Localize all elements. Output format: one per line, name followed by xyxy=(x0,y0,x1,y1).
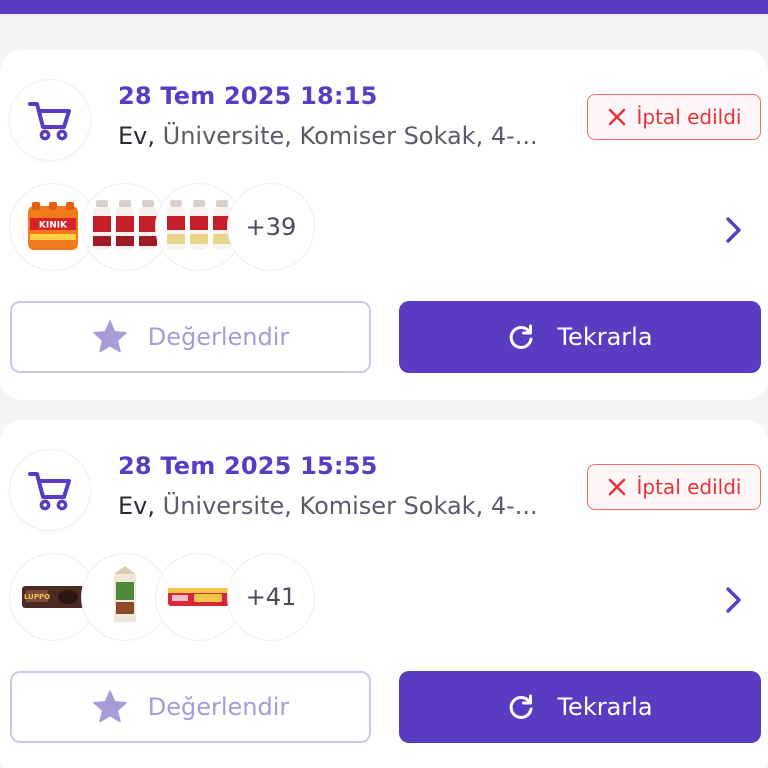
water-pack-image: KINIK xyxy=(28,202,78,250)
close-icon xyxy=(608,478,625,496)
more-items-count: +39 xyxy=(228,184,314,270)
order-address: Ev, Üniversite, Komiser Sokak, 4-... xyxy=(118,122,563,150)
status-text: İptal edildi xyxy=(636,475,742,499)
rate-button-label: Değerlendir xyxy=(147,693,290,721)
cart-icon-badge xyxy=(10,450,90,530)
refresh-icon xyxy=(510,694,533,719)
top-bar xyxy=(0,0,768,14)
cart-icon xyxy=(28,472,71,511)
order-date: 28 Tem 2025 18:15 xyxy=(118,82,378,110)
order-date: 28 Tem 2025 15:55 xyxy=(118,452,378,480)
repeat-order-button[interactable]: Tekrarla xyxy=(399,671,761,743)
cart-icon xyxy=(28,102,71,141)
address-label: Ev, xyxy=(118,492,155,520)
order-card[interactable]: 28 Tem 2025 15:55 Ev, Üniversite, Komise… xyxy=(0,420,768,768)
product-thumbnails[interactable]: KINIK +39 xyxy=(10,184,330,274)
order-card[interactable]: 28 Tem 2025 18:15 Ev, Üniversite, Komise… xyxy=(0,50,768,400)
address-text: Üniversite, Komiser Sokak, 4-... xyxy=(162,122,538,150)
star-icon xyxy=(92,690,127,723)
svg-text:LUPPO: LUPPO xyxy=(24,593,50,601)
status-text: İptal edildi xyxy=(636,105,742,129)
rate-button[interactable]: Değerlendir xyxy=(10,671,371,743)
more-items-count: +41 xyxy=(228,554,314,640)
refresh-icon xyxy=(510,324,533,349)
repeat-button-label: Tekrarla xyxy=(557,693,653,721)
star-icon xyxy=(92,320,127,353)
address-label: Ev, xyxy=(118,122,155,150)
cart-icon-badge xyxy=(10,80,90,160)
svg-text:KINIK: KINIK xyxy=(39,221,68,231)
rate-button-label: Değerlendir xyxy=(147,323,290,351)
chevron-right-icon[interactable] xyxy=(722,585,746,619)
repeat-button-label: Tekrarla xyxy=(557,323,653,351)
product-thumbnails[interactable]: LUPPO +41 xyxy=(10,554,330,644)
close-icon xyxy=(608,108,625,126)
status-badge: İptal edildi xyxy=(587,464,761,510)
status-badge: İptal edildi xyxy=(587,94,761,140)
address-text: Üniversite, Komiser Sokak, 4-... xyxy=(162,492,538,520)
repeat-order-button[interactable]: Tekrarla xyxy=(399,301,761,373)
order-address: Ev, Üniversite, Komiser Sokak, 4-... xyxy=(118,492,563,520)
rate-button[interactable]: Değerlendir xyxy=(10,301,371,373)
chevron-right-icon[interactable] xyxy=(722,215,746,249)
